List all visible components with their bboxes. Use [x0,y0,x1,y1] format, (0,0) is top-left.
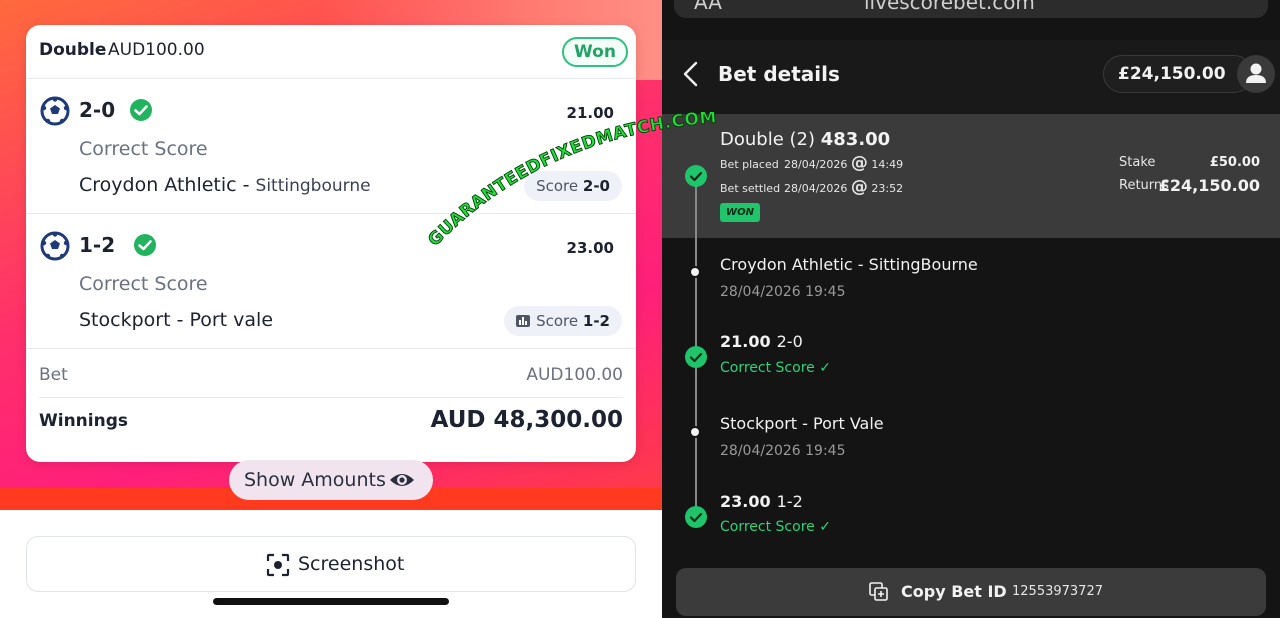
event-datetime: 28/04/2026 19:45 [720,284,846,300]
bet-card-header: Double AUD100.00 Won [26,25,636,79]
score-label: Score [536,177,579,195]
bet-type: Double [39,40,107,60]
eye-icon [390,474,414,486]
divider [39,397,623,398]
result-score-pill[interactable]: Score 2-0 [524,171,622,201]
match-home: Croydon Athletic - [79,174,256,196]
event-title: Croydon Athletic - SittingBourne [720,255,978,274]
bet-card: Double AUD100.00 Won 2-0 21.00 Correct S… [26,25,636,462]
url-text: livescorebet.com [864,0,1035,14]
selection-market: Correct Score [79,138,208,160]
bet-total-odds: 483.00 [820,129,891,150]
leg-odds-score: 23.00 1-2 [720,492,803,511]
score-value: 1-2 [582,312,610,330]
at-sign: @ [850,153,868,173]
check-circle-icon [685,506,707,528]
selection-item[interactable]: 1-2 23.00 Correct Score Stockport - Port… [26,215,636,349]
bet-value: AUD100.00 [526,365,623,385]
avatar[interactable] [1237,55,1275,93]
result-score-pill[interactable]: Score 1-2 [504,306,622,336]
event-datetime: 28/04/2026 19:45 [720,443,846,459]
bet-settled-label: Bet settled [720,182,781,195]
show-amounts-button[interactable]: Show Amounts [229,460,433,500]
bet-label: Bet [39,365,68,385]
selection-market: Correct Score [79,273,208,295]
bet-summary-title: Double (2) 483.00 [720,129,890,150]
soccer-ball-icon [40,231,70,261]
soccer-ball-icon [40,96,70,126]
selection-match: Stockport - Port vale [79,309,273,331]
bet-placed-row: Bet placed 28/04/2026 @ 14:49 [720,153,903,173]
home-indicator [213,598,449,605]
bet-settled-date: 28/04/2026 [784,182,848,195]
screenshot-icon [266,553,290,577]
screenshot-label: Screenshot [298,553,405,575]
bet-summary: Double (2) 483.00 Bet placed 28/04/2026 @… [662,114,1280,238]
user-icon [1246,63,1266,83]
bet-settled-row: Bet settled 28/04/2026 @ 23:52 [720,177,903,197]
at-sign: @ [850,177,868,197]
selection-score: 1-2 [79,233,116,257]
reader-mode-button[interactable]: AA [694,0,722,14]
bet-placed-label: Bet placed [720,158,779,171]
leg-odds-score: 21.00 2-0 [720,332,803,351]
winnings-label: Winnings [39,411,129,431]
timeline-dot [689,426,701,438]
check-circle-icon [134,234,156,256]
bet-settled-time: 23:52 [871,182,904,195]
leg-odds: 23.00 [720,492,771,511]
copy-bet-id-button[interactable]: Copy Bet ID 12553973727 [676,568,1266,616]
match-home: Stockport - Port vale [79,309,274,331]
copy-bet-id-label: Copy Bet ID [901,582,1007,601]
selection-odds: 23.00 [566,239,614,257]
score-label: Score [536,312,579,330]
won-status-badge: WON [720,203,760,222]
bet-summary-type: Double (2) [720,129,816,150]
check-circle-icon [685,346,707,368]
bet-placed-date: 28/04/2026 [784,158,848,171]
leg-market: Correct Score ✓ [720,519,831,535]
match-away: Sittingbourne [255,176,371,196]
returns-value: £24,150.00 [1158,176,1260,195]
browser-url-bar[interactable]: AA livescorebet.com [674,0,1268,18]
chevron-left-icon[interactable] [682,61,700,87]
check-circle-icon [685,165,707,187]
show-amounts-label: Show Amounts [244,469,386,491]
score-value: 2-0 [582,177,610,195]
selection-score: 2-0 [79,98,116,122]
balance-pill[interactable]: £24,150.00 [1103,55,1253,93]
bet-amount-row: Bet AUD100.00 [39,365,623,385]
event-title: Stockport - Port Vale [720,414,884,433]
bet-details-header: Bet details £24,150.00 [662,40,1280,114]
selection-item[interactable]: 2-0 21.00 Correct Score Croydon Athletic… [26,80,636,214]
left-panel: Double AUD100.00 Won 2-0 21.00 Correct S… [0,0,662,618]
timeline-dot [689,266,701,278]
leg-score: 2-0 [776,332,803,351]
winnings-value: AUD 48,300.00 [430,407,623,433]
bet-placed-time: 14:49 [871,158,904,171]
copy-icon [869,582,888,601]
balance-value: £24,150.00 [1118,64,1226,84]
selection-match: Croydon Athletic - Sittingbourne [79,174,371,196]
stake-value: £50.00 [1209,155,1260,170]
bet-id-value: 12553973727 [1012,584,1103,599]
leg-score: 1-2 [776,492,803,511]
screenshot-button[interactable]: Screenshot [26,536,636,592]
leg-market: Correct Score ✓ [720,360,831,376]
leg-odds: 21.00 [720,332,771,351]
bet-stake-header: AUD100.00 [108,40,205,60]
stats-bars-icon [516,315,531,327]
right-panel: AA livescorebet.com Bet details £24,150.… [662,0,1280,618]
check-circle-icon [130,99,152,121]
stake-label: Stake [1119,155,1156,170]
status-badge: Won [562,37,628,67]
selection-odds: 21.00 [566,104,614,122]
page-title: Bet details [718,62,840,86]
